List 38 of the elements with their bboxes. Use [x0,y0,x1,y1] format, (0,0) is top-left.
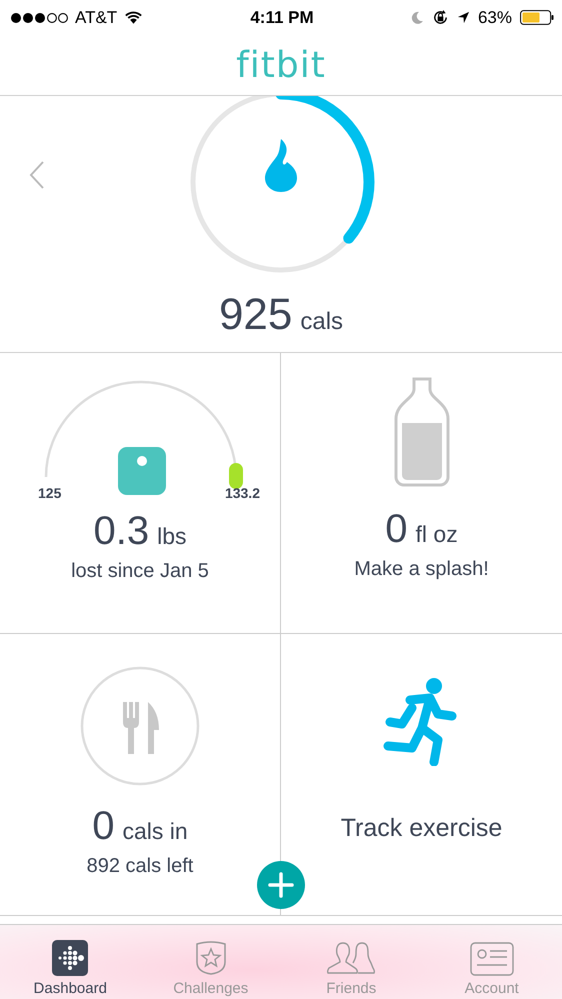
tile-caption: Make a splash! [354,558,489,581]
dashboard-tile[interactable]: Track exercise [281,634,562,915]
calories-value: 925 [218,290,292,340]
water-bottle-icon [394,377,450,487]
id-card-icon [470,942,514,976]
gauge-goal-label: 133.2 [224,485,260,501]
battery-percent: 63% [478,8,512,28]
battery-icon [520,10,554,25]
goal-marker [229,463,243,489]
fork-knife-icon [80,666,200,786]
wifi-icon [124,10,144,24]
carrier-name: AT&T [75,8,118,28]
rotation-lock-icon [432,9,449,26]
tile-value: 0 [92,804,115,849]
scale-icon [118,447,166,495]
tile-unit: lbs [157,523,186,550]
fitbit-logo: fitbit [236,44,326,86]
clock-time: 4:11 PM [250,8,314,28]
tile-value: 0 [385,507,408,552]
location-arrow-icon [456,11,470,24]
add-button[interactable] [257,861,305,909]
dot-grid-icon [52,940,88,976]
signal-icon [10,12,68,24]
back-chevron-icon[interactable] [28,160,46,190]
track-exercise-label: Track exercise [340,814,502,843]
people-icon [325,940,378,976]
calories-unit: cals [300,308,344,336]
tile-unit: fl oz [416,521,458,548]
flame-icon [265,139,297,192]
tab-bar-item[interactable]: Dashboard [2,925,138,999]
tile-unit: cals in [122,818,188,845]
dashboard-tile[interactable]: 125 133.2 0.3 lbs lost since Jan 5 [0,353,281,634]
tile-caption: lost since Jan 5 [71,560,209,583]
tile-value: 0.3 [93,509,150,554]
dashboard-tile[interactable]: 0 fl oz Make a splash! [281,353,562,634]
moon-icon [410,10,424,24]
tile-caption: 892 cals left [86,855,194,878]
gauge-start-label: 125 [38,485,62,501]
